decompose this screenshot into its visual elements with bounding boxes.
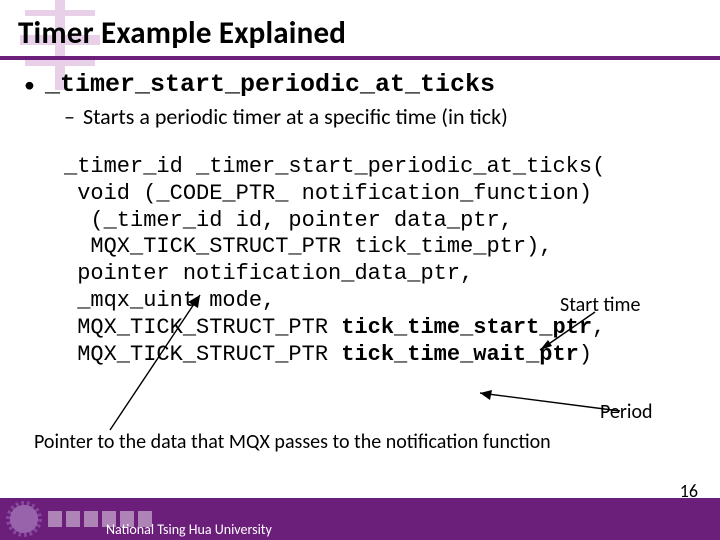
university-name-chinese (48, 509, 178, 529)
code-line-8-bold: tick_time_wait_ptr (341, 342, 579, 367)
code-line-1: _timer_id _timer_start_periodic_at_ticks… (64, 154, 605, 179)
code-line-3: (_timer_id id, pointer data_ptr, (64, 208, 513, 233)
code-line-7a: MQX_TICK_STRUCT_PTR (64, 315, 341, 340)
code-line-4: MQX_TICK_STRUCT_PTR tick_time_ptr), (64, 234, 552, 259)
dash-icon: – (64, 103, 75, 130)
code-line-5: pointer notification_data_ptr, (64, 261, 473, 286)
annotation-pointer-desc: Pointer to the data that MQX passes to t… (34, 430, 551, 454)
bullet-item: • _timer_start_periodic_at_ticks (24, 70, 700, 99)
function-name: _timer_start_periodic_at_ticks (45, 70, 495, 99)
code-line-7-bold: tick_time_start_ptr (341, 315, 592, 340)
bullet-dot-icon: • (24, 74, 35, 96)
title-underline (0, 56, 720, 60)
code-line-6: _mqx_uint mode, (64, 288, 275, 313)
sub-bullet-item: – Starts a periodic timer at a specific … (24, 103, 700, 130)
university-seal-icon (6, 501, 42, 537)
annotation-period: Period (600, 400, 653, 424)
slide-title: Timer Example Explained (0, 0, 720, 52)
code-signature: _timer_id _timer_start_periodic_at_ticks… (24, 154, 700, 369)
code-line-7c: , (592, 315, 605, 340)
footer-bar: National Tsing Hua University (0, 498, 720, 540)
code-line-8c: ) (579, 342, 592, 367)
page-number: 16 (680, 480, 698, 502)
code-line-8a: MQX_TICK_STRUCT_PTR (64, 342, 341, 367)
code-line-2: void (_CODE_PTR_ notification_function) (64, 181, 592, 206)
sub-bullet-text: Starts a periodic timer at a specific ti… (83, 103, 508, 130)
content-area: • _timer_start_periodic_at_ticks – Start… (0, 52, 720, 369)
